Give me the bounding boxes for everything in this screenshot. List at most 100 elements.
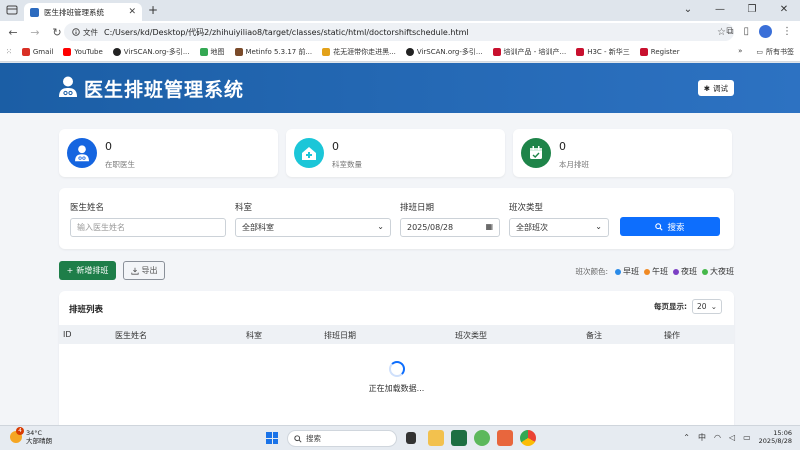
bookmark-label: 地图 [210,48,225,56]
all-bookmarks-folder[interactable]: ▭ 所有书签 [756,47,794,57]
column-header: 排班日期 [324,331,356,340]
bookmark-item[interactable]: H3C - 新华三 [576,47,630,57]
bookmark-label: Register [650,48,680,56]
bookmarks-bar: ⁙ Gmail YouTube VirSCAN.org-多引... 地图 Met… [0,43,800,62]
app-icon[interactable] [497,430,513,446]
shift-type-label: 班次类型 [509,203,544,213]
weather-widget[interactable]: 4 34°C 大部晴朗 [10,427,52,445]
bookmark-favicon-icon [234,48,243,56]
extensions-icon[interactable]: ⧉ [726,26,733,37]
legend-item: 午班 [644,266,668,277]
bookmark-label: YouTube [74,48,103,56]
calendar-icon[interactable]: ▦ [485,222,493,231]
debug-button[interactable]: ✱ 调试 [697,80,734,96]
column-header: 科室 [246,331,262,340]
column-header: 医生姓名 [115,331,147,340]
forward-icon[interactable]: → [26,26,44,39]
menu-icon[interactable]: ⋮ [782,26,792,37]
bookmark-item[interactable]: Register [639,48,680,56]
table-header: ID 医生姓名 科室 排班日期 班次类型 备注 操作 [59,325,734,344]
minimize-icon[interactable]: — [704,0,736,21]
clock[interactable]: 15:06 2025/8/28 [759,429,792,445]
file-chip[interactable]: 文件 [72,27,98,38]
address-bar[interactable]: 文件 C:/Users/kd/Desktop/代码2/zhihuiyiliao8… [64,23,734,41]
maximize-icon[interactable]: ❐ [736,0,768,21]
search-button[interactable]: 搜索 [620,217,720,236]
excel-icon[interactable] [451,430,467,446]
url-text[interactable]: C:/Users/kd/Desktop/代码2/zhihuiyiliao8/ta… [104,27,717,38]
stat-card-doctors: 0 在职医生 [59,129,278,177]
bookmark-item[interactable]: 培训产品 - 培训产... [492,47,566,57]
bookmark-favicon-icon [492,48,501,56]
add-shift-button[interactable]: + 新增排班 [59,261,116,280]
department-select-value: 全部科室 [242,223,274,232]
tab-search-icon[interactable] [6,4,18,16]
per-page-control: 每页显示: 20 ⌄ [654,299,722,314]
bookmark-label: Metinfo 5.3.17 前... [245,48,313,56]
chevron-up-icon[interactable]: ⌃ [683,433,690,442]
browser-toolbar: ← → ↻ 文件 C:/Users/kd/Desktop/代码2/zhihuiy… [0,21,800,43]
bookmark-item[interactable]: YouTube [63,48,103,56]
legend-label: 夜班 [681,267,697,276]
doctor-icon [67,138,97,168]
chevron-down-icon: ⌄ [377,222,384,231]
bookmark-item[interactable]: VirSCAN.org-多引... [112,47,190,57]
task-view-icon[interactable] [406,432,416,444]
page-favicon-icon [30,7,39,17]
bookmark-item[interactable]: VirSCAN.org-多引... [405,47,483,57]
app-header: 医生排班管理系统 ✱ 调试 [0,63,800,113]
hospital-icon [294,138,324,168]
legend-label: 午班 [652,267,668,276]
ime-icon[interactable]: 中 [698,432,706,443]
volume-icon[interactable]: ◁ [729,433,735,442]
wifi-icon[interactable]: ◠ [714,433,721,442]
sidebar-icon[interactable]: ▯ [743,26,749,37]
file-explorer-icon[interactable] [428,430,444,446]
browser-tab-active[interactable]: 医生排班管理系统 ✕ [24,3,142,21]
chrome-icon[interactable] [520,430,536,446]
bookmark-favicon-icon [405,48,414,56]
bookmarks-overflow[interactable]: » [738,47,742,57]
debug-button-label: 调试 [713,83,728,93]
legend-dot [644,268,650,275]
chevron-down-icon[interactable]: ⌄ [672,0,704,21]
temperature: 34°C [26,429,43,437]
back-icon[interactable]: ← [4,26,22,39]
bookmark-item[interactable]: 地图 [199,47,225,57]
bookmark-item[interactable]: 花无涯带你走进黑... [322,47,396,57]
windows-start-icon[interactable] [266,432,278,444]
bookmark-item[interactable]: Gmail [21,48,53,56]
column-header: 备注 [586,331,602,340]
export-button[interactable]: 导出 [123,261,165,280]
bookmark-label: 花无涯带你走进黑... [333,48,396,56]
doctor-name-input[interactable]: 输入医生姓名 [70,218,226,237]
bookmark-favicon-icon [63,48,72,56]
apps-icon[interactable]: ⁙ [6,48,12,56]
taskbar-search[interactable]: 搜索 [287,430,397,447]
legend-item: 夜班 [673,266,697,277]
close-window-icon[interactable]: ✕ [768,0,800,21]
plus-icon: + [66,266,74,275]
per-page-label: 每页显示: [654,302,687,311]
legend-item: 大夜班 [702,266,734,277]
bookmark-favicon-icon [199,48,208,56]
per-page-value: 20 [697,302,707,311]
battery-icon[interactable]: ▭ [743,433,751,442]
bookmark-label: VirSCAN.org-多引... [123,48,190,56]
loading-indicator: 正在加载数据... [59,361,734,394]
search-button-label: 搜索 [667,222,685,233]
shift-type-select[interactable]: 全部班次 ⌄ [509,218,609,237]
new-tab-icon[interactable]: + [148,3,158,17]
schedule-table-card: 排班列表 每页显示: 20 ⌄ ID 医生姓名 科室 排班日期 班次类型 备注 … [59,291,734,425]
doctor-name-label: 医生姓名 [70,203,105,213]
department-select[interactable]: 全部科室 ⌄ [235,218,391,237]
profile-avatar[interactable] [759,25,772,38]
browser-app-icon[interactable] [474,430,490,446]
bookmark-item[interactable]: Metinfo 5.3.17 前... [234,47,313,57]
schedule-date-input[interactable]: 2025/08/28 ▦ [400,218,500,237]
stat-value: 0 [332,140,339,153]
legend-dot [702,268,708,275]
close-tab-icon[interactable]: ✕ [128,7,136,17]
per-page-select[interactable]: 20 ⌄ [692,299,722,314]
bookmark-star-icon[interactable]: ☆ [717,27,726,38]
